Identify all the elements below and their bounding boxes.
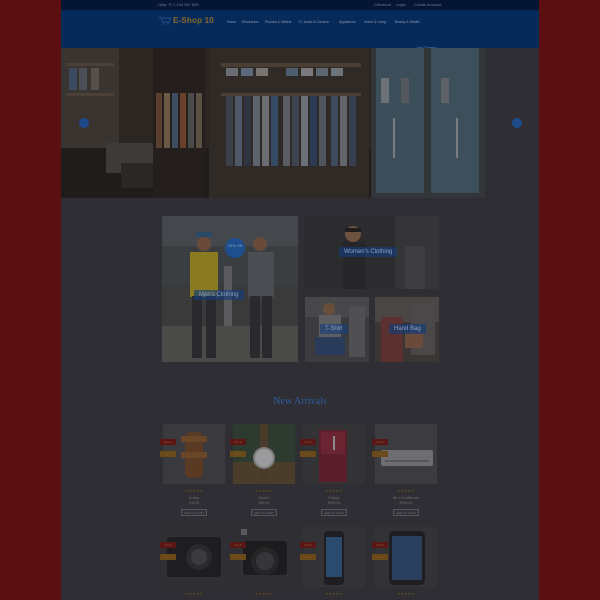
rating-stars: ★★★★★ bbox=[255, 489, 273, 493]
product-name[interactable]: Sofas bbox=[163, 495, 225, 500]
product-card[interactable]: SALE HOT ★★★★★ bbox=[300, 527, 365, 600]
add-to-cart-button[interactable]: ADD TO CART bbox=[251, 509, 277, 516]
product-price: $89.00 bbox=[258, 501, 270, 505]
product-card[interactable]: SALE HOT ★★★★★ Watch $89.00 ADD TO CART bbox=[230, 424, 295, 524]
hot-tag: HOT bbox=[372, 451, 388, 457]
hot-tag: HOT bbox=[160, 554, 176, 560]
discount-badge: 20% Off bbox=[225, 238, 245, 258]
hero-banner[interactable] bbox=[61, 48, 485, 198]
product-name[interactable]: Fridge bbox=[303, 495, 365, 500]
category-label-handbag: Hand Bag bbox=[389, 324, 426, 334]
hot-tag: HOT bbox=[230, 554, 246, 560]
add-to-cart-button[interactable]: ADD TO CART bbox=[181, 509, 207, 516]
rating-stars: ★★★★★ bbox=[185, 592, 203, 596]
product-card[interactable]: SALE HOT ★★★★★ Sofas $1218 ADD TO CART bbox=[160, 424, 225, 524]
rating-stars: ★★★★★ bbox=[397, 489, 415, 493]
category-label-mens: Men's Clothing bbox=[194, 290, 244, 300]
product-card[interactable]: SALE HOT ★★★★★ bbox=[160, 527, 225, 600]
product-price: $999.00 bbox=[327, 501, 341, 505]
nav-beauty-health[interactable]: Beauty & Health bbox=[395, 20, 420, 24]
category-womens-clothing[interactable]: Women's Clothing bbox=[305, 216, 439, 289]
nav-phones-tablets[interactable]: Phones & Tablets bbox=[265, 20, 291, 24]
add-to-cart-button[interactable]: ADD TO CART bbox=[393, 509, 419, 516]
sale-tag: SALE bbox=[300, 439, 316, 445]
category-label-tshirt: T-Shirt bbox=[320, 324, 348, 334]
nav-electronics[interactable]: Electronics bbox=[242, 20, 259, 24]
nav-home-living[interactable]: Home & Living bbox=[364, 20, 386, 24]
nav-tv-audio-camera[interactable]: TV, Audio & Camera bbox=[298, 20, 329, 24]
hot-tag: HOT bbox=[300, 554, 316, 560]
new-arrivals-title: New Arrivals bbox=[273, 396, 327, 407]
help-phone[interactable]: Help: ✆ 1-234 567 890 bbox=[158, 2, 199, 7]
checkout-link[interactable]: Checkout bbox=[374, 2, 391, 7]
site-logo[interactable]: E-Shop 10 bbox=[159, 16, 214, 25]
category-tshirt[interactable]: T-Shirt bbox=[305, 297, 369, 362]
add-to-cart-button[interactable]: ADD TO CART bbox=[321, 509, 347, 516]
rating-stars: ★★★★★ bbox=[325, 489, 343, 493]
product-card[interactable]: SALE HOT ★★★★★ Air Conditioner $999.00 A… bbox=[372, 424, 437, 524]
hot-tag: HOT bbox=[372, 554, 388, 560]
nav-appliances[interactable]: Appliances bbox=[339, 20, 356, 24]
product-name[interactable]: Air Conditioner bbox=[375, 495, 437, 500]
hot-tag: HOT bbox=[300, 451, 316, 457]
category-label-womens: Women's Clothing bbox=[339, 247, 398, 257]
hot-tag: HOT bbox=[160, 451, 176, 457]
sale-tag: SALE bbox=[300, 542, 316, 548]
store-interior-image bbox=[61, 48, 485, 198]
rating-stars: ★★★★★ bbox=[255, 592, 273, 596]
rating-stars: ★★★★★ bbox=[185, 489, 203, 493]
banner-prev-button[interactable] bbox=[79, 118, 89, 128]
product-name[interactable]: Watch bbox=[233, 495, 295, 500]
product-price: $999.00 bbox=[399, 501, 413, 505]
site-header: E-Shop 10 Home Electronics Phones & Tabl… bbox=[61, 10, 539, 54]
banner-next-button[interactable] bbox=[512, 118, 522, 128]
create-account-link[interactable]: Create Account bbox=[414, 2, 441, 7]
sale-tag: SALE bbox=[230, 439, 246, 445]
sale-tag: SALE bbox=[230, 542, 246, 548]
sale-tag: SALE bbox=[160, 542, 176, 548]
site-container: Help: ✆ 1-234 567 890 Checkout Login Cre… bbox=[61, 0, 539, 600]
nav-home[interactable]: Home bbox=[227, 20, 236, 24]
rating-stars: ★★★★★ bbox=[397, 592, 415, 596]
category-mens-clothing[interactable]: 20% Off Men's Clothing bbox=[162, 216, 298, 362]
product-price: $1218 bbox=[189, 501, 199, 505]
sale-tag: SALE bbox=[160, 439, 176, 445]
sale-tag: SALE bbox=[372, 439, 388, 445]
cart-logo-icon bbox=[159, 16, 171, 25]
logo-text: E-Shop 10 bbox=[173, 16, 214, 25]
hot-tag: HOT bbox=[230, 451, 246, 457]
product-card[interactable]: SALE HOT ★★★★★ Fridge $999.00 ADD TO CAR… bbox=[300, 424, 365, 524]
top-bar: Help: ✆ 1-234 567 890 Checkout Login Cre… bbox=[61, 0, 539, 10]
sale-tag: SALE bbox=[372, 542, 388, 548]
category-handbag[interactable]: Hand Bag bbox=[375, 297, 439, 362]
product-card[interactable]: SALE HOT ★★★★★ bbox=[230, 527, 295, 600]
login-link[interactable]: Login bbox=[396, 2, 406, 7]
product-card[interactable]: SALE HOT ★★★★★ bbox=[372, 527, 437, 600]
rating-stars: ★★★★★ bbox=[325, 592, 343, 596]
